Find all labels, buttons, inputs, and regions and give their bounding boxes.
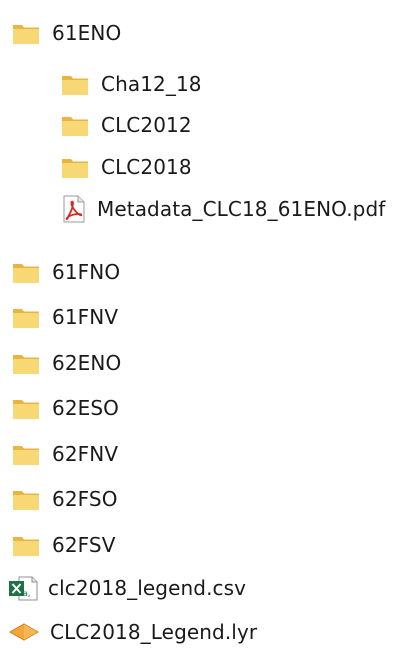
tree-item-label: CLC2012 [101,113,192,137]
folder-icon [12,21,40,45]
folder-icon [61,155,89,179]
tree-item-label: CLC2018 [101,155,192,179]
tree-item-62eso[interactable]: 62ESO [12,391,119,425]
file-tree: 61ENO Cha12_18 CLC2012 CLC2018 Metadata_… [0,0,416,649]
tree-item-62fnv[interactable]: 62FNV [12,437,118,471]
tree-item-label: 61FNO [52,260,121,284]
tree-item-label: Cha12_18 [101,72,202,96]
tree-item-label: 61FNV [52,305,119,329]
tree-item-label: 62ESO [52,396,120,420]
svg-text:a,: a, [23,589,30,598]
tree-item-clc2018[interactable]: CLC2018 [61,150,192,184]
folder-icon [12,351,40,375]
pdf-icon [61,195,87,223]
tree-item-62eno[interactable]: 62ENO [12,346,121,380]
tree-item-label: 61ENO [52,21,122,45]
folder-icon [12,442,40,466]
folder-icon [61,72,89,96]
tree-item-label: 62ENO [52,351,122,375]
folder-icon [12,396,40,420]
tree-item-metadata-pdf[interactable]: Metadata_CLC18_61ENO.pdf [61,192,385,226]
folder-icon [12,487,40,511]
tree-item-61fno[interactable]: 61FNO [12,255,120,289]
tree-item-label: 62FSO [52,487,118,511]
folder-icon [12,533,40,557]
tree-item-label: Metadata_CLC18_61ENO.pdf [97,197,386,221]
tree-item-62fsv[interactable]: 62FSV [12,528,115,562]
tree-item-clc2012[interactable]: CLC2012 [61,108,192,142]
tree-item-cha12-18[interactable]: Cha12_18 [61,67,202,101]
tree-item-legend-lyr[interactable]: CLC2018_Legend.lyr [8,615,257,649]
tree-item-label: 62FNV [52,442,119,466]
folder-icon [61,113,89,137]
tree-item-61fnv[interactable]: 61FNV [12,300,118,334]
excel-csv-icon: a, [8,575,38,601]
folder-icon [12,305,40,329]
tree-item-label: CLC2018_Legend.lyr [50,620,258,644]
tree-item-legend-csv[interactable]: a, clc2018_legend.csv [8,571,246,605]
tree-item-label: clc2018_legend.csv [48,576,247,600]
layer-file-icon [8,620,40,644]
tree-item-61eno[interactable]: 61ENO [12,16,121,50]
folder-icon [12,260,40,284]
tree-item-62fso[interactable]: 62FSO [12,482,118,516]
tree-item-label: 62FSV [52,533,116,557]
